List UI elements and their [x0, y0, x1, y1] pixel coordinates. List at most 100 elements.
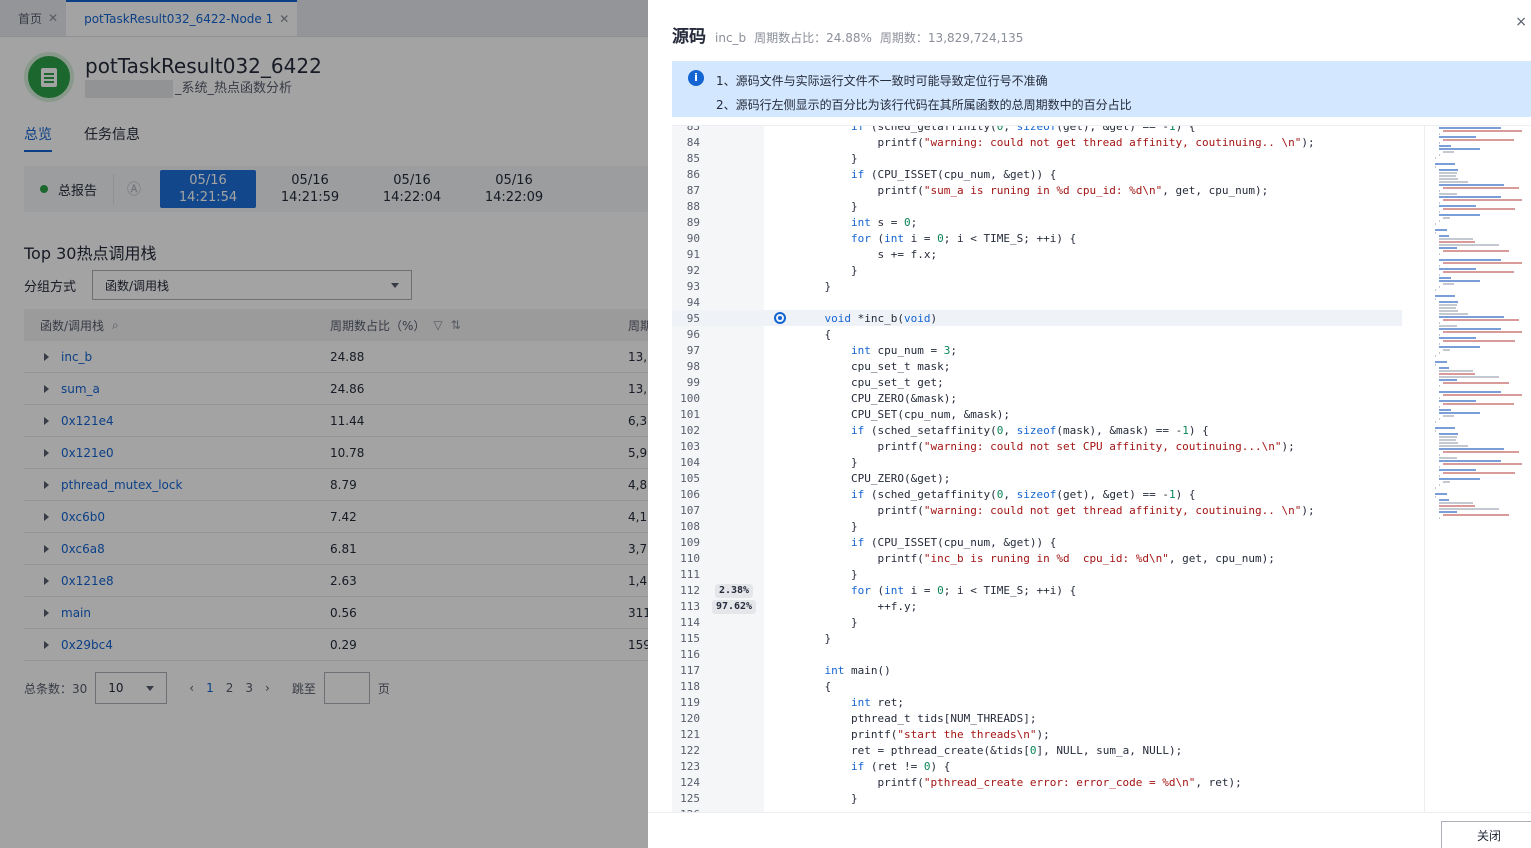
- minimap-line: [1439, 436, 1457, 438]
- minimap-line: [1439, 196, 1502, 198]
- close-icon[interactable]: ×: [1515, 14, 1527, 30]
- minimap-line: [1439, 181, 1468, 183]
- minimap-line: [1439, 469, 1477, 471]
- minimap-line: [1435, 355, 1437, 357]
- minimap-line: [1439, 280, 1480, 282]
- code-text: int cpu_num = 3;: [851, 343, 957, 357]
- minimap-line: [1439, 418, 1441, 420]
- cycle-ratio: 周期数占比：24.88%: [754, 31, 872, 45]
- code-line: 112 2.38% for (int i = 0; i < TIME_S; ++i…: [672, 582, 1402, 598]
- minimap-line: [1443, 271, 1514, 273]
- minimap-line: [1439, 445, 1468, 447]
- line-number: 102: [680, 423, 700, 437]
- code-text: CPU_ZERO(&get);: [851, 471, 951, 485]
- minimap-line: [1439, 322, 1441, 324]
- line-number: 124: [680, 775, 700, 789]
- minimap-line: [1435, 487, 1437, 489]
- code-line: 110 printf("inc_b is runing in %d cpu_id…: [672, 550, 1402, 566]
- minimap-line: [1439, 454, 1441, 456]
- minimap-line: [1439, 439, 1456, 441]
- minimap-line: [1443, 151, 1454, 153]
- code-text: ret = pthread_create(&tids[0], NULL, sum…: [851, 743, 1183, 757]
- code-text: printf("warning: could not get thread af…: [877, 503, 1315, 517]
- minimap-line: [1439, 466, 1441, 468]
- minimap-line: [1439, 277, 1451, 279]
- minimap-line: [1435, 229, 1447, 231]
- locate-target-icon[interactable]: [762, 312, 798, 324]
- minimap-line: [1439, 190, 1441, 192]
- minimap-line: [1439, 247, 1457, 249]
- code-text: if (CPU_ISSET(cpu_num, &get)) {: [851, 535, 1057, 549]
- minimap-line: [1439, 205, 1477, 207]
- minimap-line: [1439, 244, 1499, 246]
- line-percent-badge: 2.38%: [714, 583, 754, 598]
- minimap-line: [1443, 331, 1523, 333]
- minimap-line: [1435, 223, 1437, 225]
- code-text: if (ret != 0) {: [851, 759, 951, 773]
- minimap-line: [1439, 202, 1441, 204]
- code-line: 114 }: [672, 614, 1402, 630]
- minimap-line: [1439, 127, 1502, 129]
- code-line: 101 CPU_SET(cpu_num, &mask);: [672, 406, 1402, 422]
- minimap-line: [1439, 235, 1449, 237]
- code-line: 89 int s = 0;: [672, 214, 1402, 230]
- code-text: if (sched_getaffinity(0, sizeof(get), &g…: [851, 126, 1196, 133]
- line-number: 96: [686, 327, 700, 341]
- minimap-line: [1439, 220, 1441, 222]
- minimap-line: [1439, 169, 1459, 171]
- code-line: 120 pthread_t tids[NUM_THREADS];: [672, 710, 1402, 726]
- code-text: }: [851, 791, 858, 805]
- drawer-title: 源码: [672, 27, 706, 47]
- code-line: 102 if (sched_setaffinity(0, sizeof(mask…: [672, 422, 1402, 438]
- code-text: }: [851, 199, 858, 213]
- minimap-line: [1435, 493, 1447, 495]
- minimap-line: [1439, 334, 1441, 336]
- minimap-line: [1439, 484, 1441, 486]
- minimap-line: [1435, 232, 1437, 234]
- code-text: for (int i = 0; i < TIME_S; ++i) {: [851, 231, 1077, 245]
- minimap-line: [1443, 283, 1454, 285]
- code-minimap[interactable]: [1424, 126, 1531, 812]
- minimap-line: [1443, 394, 1523, 396]
- minimap-line: [1439, 178, 1459, 180]
- line-number: 110: [680, 551, 700, 565]
- code-text: pthread_t tids[NUM_THREADS];: [851, 711, 1037, 725]
- line-number: 92: [686, 263, 700, 277]
- line-percent-badge: 97.62%: [711, 599, 757, 614]
- minimap-line: [1439, 346, 1480, 348]
- code-line: 103 printf("warning: could not set CPU a…: [672, 438, 1402, 454]
- minimap-line: [1439, 373, 1475, 375]
- minimap-line: [1439, 301, 1459, 303]
- minimap-line: [1439, 145, 1451, 147]
- code-line: 83 if (sched_getaffinity(0, sizeof(get),…: [672, 126, 1402, 134]
- line-number: 115: [680, 631, 700, 645]
- code-line: 119 int ret;: [672, 694, 1402, 710]
- code-line: 121 printf("start the threads\n");: [672, 726, 1402, 742]
- minimap-line: [1439, 193, 1457, 195]
- minimap-line: [1439, 400, 1477, 402]
- close-button[interactable]: 关闭: [1441, 821, 1531, 848]
- code-line: 91 s += f.x;: [672, 246, 1402, 262]
- code-line: 106 if (sched_getaffinity(0, sizeof(get)…: [672, 486, 1402, 502]
- code-line: 95 void *inc_b(void): [672, 310, 1402, 326]
- minimap-line: [1439, 397, 1441, 399]
- minimap-line: [1439, 457, 1457, 459]
- code-text: int ret;: [851, 695, 904, 709]
- function-name: inc_b: [715, 31, 747, 45]
- line-number: 93: [686, 279, 700, 293]
- line-number: 113: [680, 599, 700, 613]
- minimap-line: [1439, 505, 1475, 507]
- minimap-line: [1443, 382, 1509, 384]
- minimap-line: [1439, 175, 1456, 177]
- minimap-line: [1439, 184, 1504, 186]
- code-text: }: [851, 615, 858, 629]
- code-line: 96 {: [672, 326, 1402, 342]
- minimap-line: [1443, 217, 1451, 219]
- code-line: 88 }: [672, 198, 1402, 214]
- line-number: 107: [680, 503, 700, 517]
- minimap-line: [1435, 166, 1437, 168]
- minimap-line: [1439, 370, 1473, 372]
- line-number: 105: [680, 471, 700, 485]
- code-text: CPU_SET(cpu_num, &mask);: [851, 407, 1010, 421]
- line-number: 121: [680, 727, 700, 741]
